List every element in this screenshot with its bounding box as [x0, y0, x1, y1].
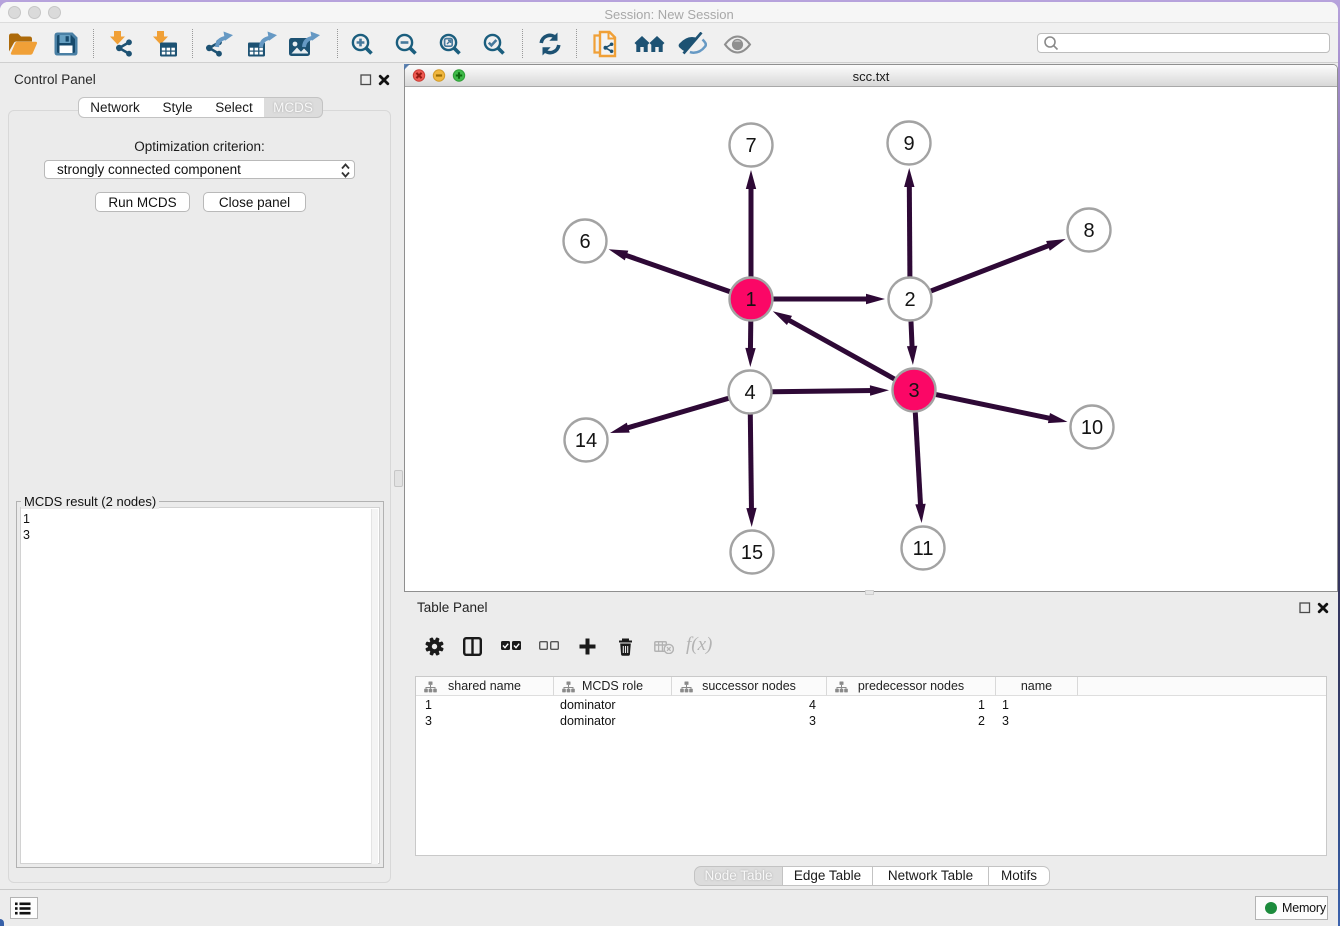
svg-text:7: 7 — [745, 135, 756, 157]
svg-text:10: 10 — [1081, 417, 1103, 439]
svg-text:2: 2 — [904, 289, 915, 311]
svg-text:3: 3 — [908, 380, 919, 402]
svg-text:4: 4 — [744, 382, 755, 404]
svg-text:11: 11 — [913, 538, 934, 560]
svg-text:14: 14 — [575, 430, 597, 452]
svg-text:1: 1 — [745, 289, 756, 311]
svg-text:8: 8 — [1083, 220, 1094, 242]
svg-text:6: 6 — [579, 231, 590, 253]
svg-text:9: 9 — [903, 133, 914, 155]
svg-text:15: 15 — [741, 542, 763, 564]
